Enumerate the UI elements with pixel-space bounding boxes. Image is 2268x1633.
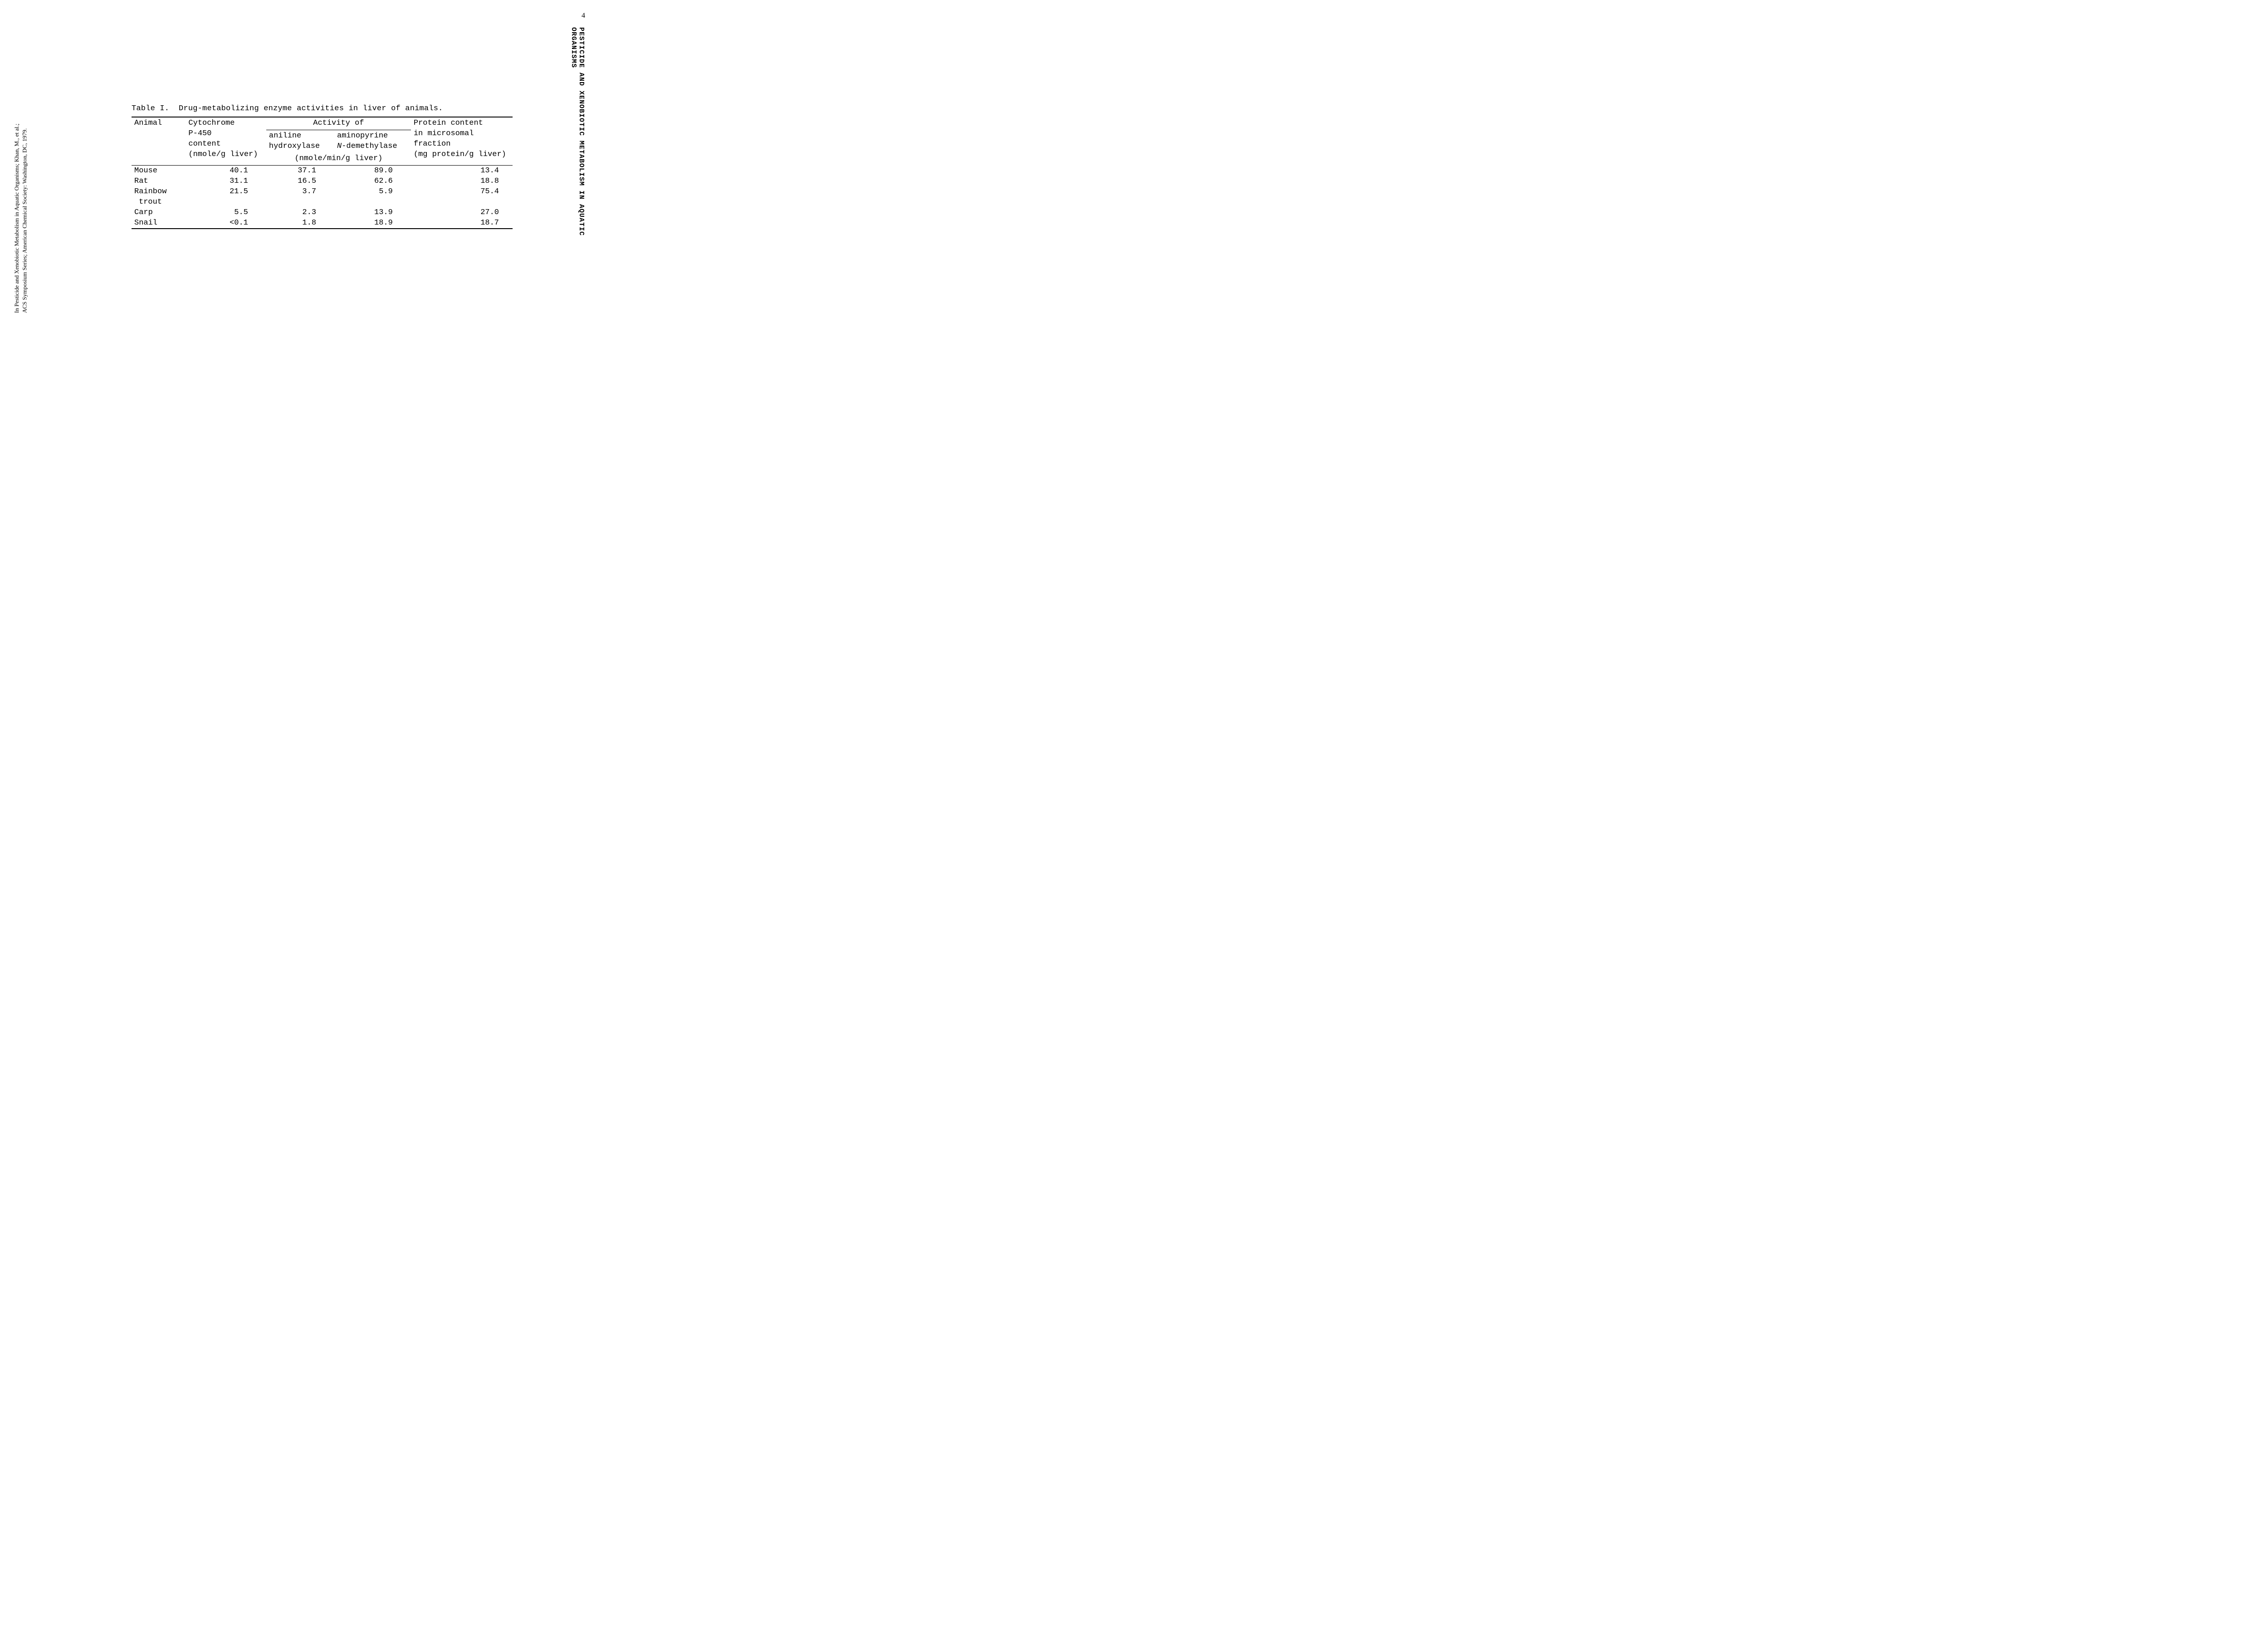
cell-protein: 27.0 bbox=[411, 207, 513, 218]
page-number: 4 bbox=[582, 12, 585, 20]
cell-aniline: 3.7 bbox=[266, 186, 334, 197]
cell-aminopyrine: 89.0 bbox=[334, 165, 411, 176]
col-header-protein: Protein contentin microsomalfraction(mg … bbox=[411, 117, 513, 165]
table-label: Table I. bbox=[132, 104, 169, 113]
citation-line-2: ACS Symposium Series; American Chemical … bbox=[21, 128, 28, 313]
cell-cytochrome: 31.1 bbox=[186, 176, 266, 186]
cell-aniline: 16.5 bbox=[266, 176, 334, 186]
col-header-aminopyrine: aminopyrineN-demethylase bbox=[334, 130, 411, 152]
cell-aminopyrine: 13.9 bbox=[334, 207, 411, 218]
table-row: Snail<0.11.818.918.7 bbox=[132, 218, 513, 229]
cell-animal: Rainbow bbox=[132, 186, 186, 197]
cell-cytochrome: 5.5 bbox=[186, 207, 266, 218]
cell-cytochrome: <0.1 bbox=[186, 218, 266, 229]
cell-aniline: 37.1 bbox=[266, 165, 334, 176]
cell-aminopyrine: 62.6 bbox=[334, 176, 411, 186]
running-head-left: In Pesticide and Xenobiotic Metabolism i… bbox=[13, 59, 29, 313]
table-row: Carp5.52.313.927.0 bbox=[132, 207, 513, 218]
data-table: AnimalCytochromeP-450content(nmole/g liv… bbox=[132, 117, 513, 229]
cell-animal: Carp bbox=[132, 207, 186, 218]
col-header-aniline: anilinehydroxylase bbox=[266, 130, 334, 152]
cell-protein: 13.4 bbox=[411, 165, 513, 176]
cell-protein: 18.7 bbox=[411, 218, 513, 229]
table-row: Rat31.116.562.618.8 bbox=[132, 176, 513, 186]
cell-animal: Snail bbox=[132, 218, 186, 229]
cell-protein: 18.8 bbox=[411, 176, 513, 186]
cell-cytochrome: 21.5 bbox=[186, 186, 266, 197]
cell-aniline: 1.8 bbox=[266, 218, 334, 229]
cell-aminopyrine: 18.9 bbox=[334, 218, 411, 229]
cell-protein: 75.4 bbox=[411, 186, 513, 197]
cell-aniline: 2.3 bbox=[266, 207, 334, 218]
citation-line-1: In Pesticide and Xenobiotic Metabolism i… bbox=[13, 124, 20, 313]
col-header-animal: Animal bbox=[132, 117, 186, 130]
activity-unit: (nmole/min/g liver) bbox=[266, 153, 411, 165]
cell-aminopyrine: 5.9 bbox=[334, 186, 411, 197]
cell-animal-line2: trout bbox=[132, 197, 186, 207]
table-caption: Table I. Drug-metabolizing enzyme activi… bbox=[132, 104, 513, 113]
table-header: AnimalCytochromeP-450content(nmole/g liv… bbox=[132, 117, 513, 130]
cell-cytochrome: 40.1 bbox=[186, 165, 266, 176]
running-head-right: PESTICIDE AND XENOBIOTIC METABOLISM IN A… bbox=[570, 27, 585, 277]
table-container: Table I. Drug-metabolizing enzyme activi… bbox=[132, 104, 513, 229]
table-row: Mouse40.137.189.013.4 bbox=[132, 165, 513, 176]
table-title: Drug-metabolizing enzyme activities in l… bbox=[179, 104, 443, 113]
table-row-continuation: trout bbox=[132, 197, 513, 207]
col-header-cytochrome: CytochromeP-450content(nmole/g liver) bbox=[186, 117, 266, 165]
cell-animal: Rat bbox=[132, 176, 186, 186]
table-row: Rainbow21.53.75.975.4 bbox=[132, 186, 513, 197]
col-header-activity-spanner: Activity of bbox=[266, 117, 411, 130]
cell-animal: Mouse bbox=[132, 165, 186, 176]
